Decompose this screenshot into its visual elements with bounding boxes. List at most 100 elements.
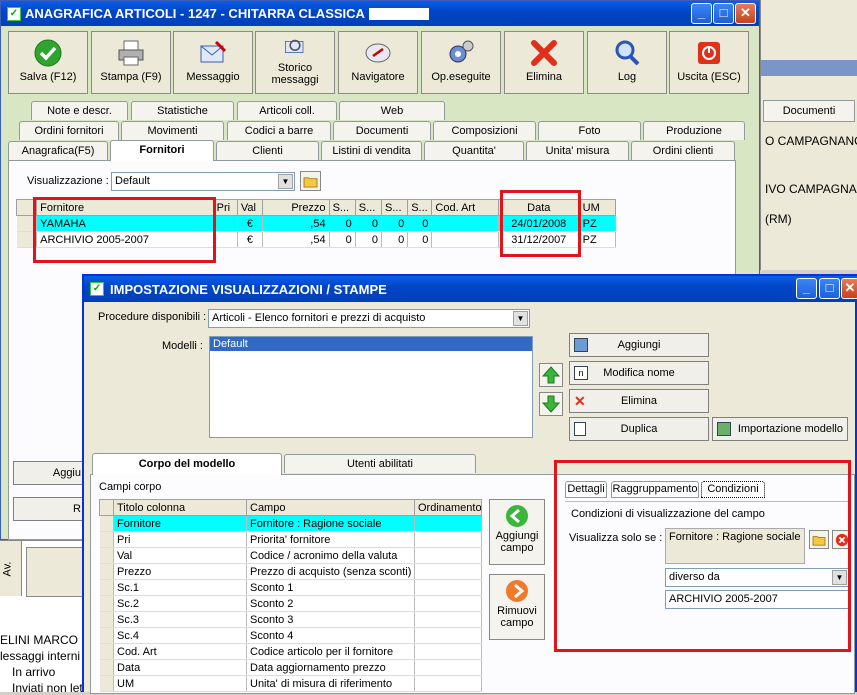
dialog-close-button[interactable]: ✕ bbox=[841, 278, 857, 299]
tab-ordini-fornitori[interactable]: Ordini fornitori bbox=[19, 121, 119, 140]
field-campo-cell[interactable]: Sconto 2 bbox=[246, 595, 415, 612]
col-ordinamento[interactable]: Ordinamento bbox=[414, 499, 482, 516]
field-title-cell[interactable]: Sc.2 bbox=[113, 595, 247, 612]
delete-model-button[interactable]: ✕ Elimina bbox=[569, 389, 709, 413]
field-campo-cell[interactable]: Codice / acronimo della valuta bbox=[246, 547, 415, 564]
field-campo-cell[interactable]: Data aggiornamento prezzo bbox=[246, 659, 415, 676]
folder-button[interactable] bbox=[300, 171, 321, 191]
col-cod-art[interactable]: Cod. Art bbox=[431, 199, 499, 216]
tab-documenti[interactable]: Documenti bbox=[333, 121, 431, 140]
tab-fornitori[interactable]: Fornitori bbox=[110, 140, 214, 161]
message-history-button[interactable]: Storico messaggi bbox=[255, 31, 335, 94]
documenti-tab[interactable]: Documenti bbox=[763, 100, 855, 122]
tab-ordini-clienti[interactable]: Ordini clienti bbox=[631, 141, 735, 160]
save-button[interactable]: Salva (F12) bbox=[8, 31, 88, 94]
col-pri[interactable]: Pri bbox=[212, 199, 238, 216]
col-s3[interactable]: S... bbox=[380, 199, 409, 216]
message-button[interactable]: Messaggio bbox=[173, 31, 253, 94]
field-title-cell[interactable]: Cod. Art bbox=[113, 643, 247, 660]
field-title-cell[interactable]: Val bbox=[113, 547, 247, 564]
table-row[interactable]: Fornitore Fornitore : Ragione sociale bbox=[99, 515, 482, 532]
field-title-cell[interactable]: Data bbox=[113, 659, 247, 676]
col-campo[interactable]: Campo bbox=[246, 499, 415, 516]
add-field-button[interactable]: Aggiungi campo bbox=[489, 499, 545, 565]
field-campo-cell[interactable]: Codice articolo per il fornitore bbox=[246, 643, 415, 660]
tab-codici-barre[interactable]: Codici a barre bbox=[227, 121, 331, 140]
tab-corpo-modello[interactable]: Corpo del modello bbox=[92, 453, 282, 475]
inbox-item[interactable]: In arrivo bbox=[12, 665, 55, 679]
tab-utenti-abilitati[interactable]: Utenti abilitati bbox=[284, 454, 476, 473]
table-row[interactable]: Sc.2 Sconto 2 bbox=[99, 595, 482, 612]
delete-button[interactable]: Elimina bbox=[504, 31, 584, 94]
field-title-cell[interactable]: Pri bbox=[113, 531, 247, 548]
tab-quantita[interactable]: Quantita' bbox=[424, 141, 524, 160]
tab-produzione[interactable]: Produzione bbox=[643, 121, 745, 140]
rename-model-button[interactable]: n Modifica nome bbox=[569, 361, 709, 385]
operations-button[interactable]: Op.eseguite bbox=[421, 31, 501, 94]
col-um[interactable]: UM bbox=[578, 199, 617, 216]
field-order-cell[interactable] bbox=[414, 643, 482, 660]
print-button[interactable]: Stampa (F9) bbox=[91, 31, 171, 94]
minimize-button[interactable]: _ bbox=[691, 3, 712, 24]
navigator-button[interactable]: Navigatore bbox=[338, 31, 418, 94]
remove-field-button[interactable]: Rimuovi campo bbox=[489, 574, 545, 640]
fields-grid[interactable]: Titolo colonna Campo Ordinamento Fornito… bbox=[99, 499, 482, 692]
table-row[interactable]: Cod. Art Codice articolo per il fornitore bbox=[99, 643, 482, 660]
visualizzazione-select[interactable]: Default ▼ bbox=[111, 172, 295, 191]
procedure-select[interactable]: Articoli - Elenco fornitori e prezzi di … bbox=[208, 309, 530, 328]
field-campo-cell[interactable]: Sconto 3 bbox=[246, 611, 415, 628]
field-order-cell[interactable] bbox=[414, 595, 482, 612]
tab-statistiche[interactable]: Statistiche bbox=[131, 101, 234, 120]
col-s1[interactable]: S... bbox=[328, 199, 356, 216]
field-order-cell[interactable] bbox=[414, 627, 482, 644]
col-s4[interactable]: S... bbox=[407, 199, 433, 216]
field-campo-cell[interactable]: Sconto 4 bbox=[246, 627, 415, 644]
field-title-cell[interactable]: Sc.4 bbox=[113, 627, 247, 644]
tab-web[interactable]: Web bbox=[339, 101, 445, 120]
field-campo-cell[interactable]: Prezzo di acquisto (senza sconti) bbox=[246, 563, 415, 580]
tab-unita-misura[interactable]: Unita' misura bbox=[526, 141, 629, 160]
table-row[interactable]: Pri Priorita' fornitore bbox=[99, 531, 482, 548]
field-order-cell[interactable] bbox=[414, 611, 482, 628]
table-row[interactable]: Sc.4 Sconto 4 bbox=[99, 627, 482, 644]
remove-button-bg[interactable]: R bbox=[13, 497, 88, 521]
field-order-cell[interactable] bbox=[414, 659, 482, 676]
field-order-cell[interactable] bbox=[414, 675, 482, 692]
modelli-list[interactable]: Default bbox=[209, 336, 533, 438]
col-prezzo[interactable]: Prezzo bbox=[262, 199, 330, 216]
duplicate-model-button[interactable]: Duplica bbox=[569, 417, 709, 441]
maximize-button[interactable]: □ bbox=[713, 3, 734, 24]
close-button[interactable]: ✕ bbox=[735, 3, 756, 24]
tab-foto[interactable]: Foto bbox=[538, 121, 641, 140]
tab-note[interactable]: Note e descr. bbox=[31, 101, 128, 120]
tab-listini[interactable]: Listini di vendita bbox=[321, 141, 422, 160]
field-order-cell[interactable] bbox=[414, 531, 482, 548]
tab-movimenti[interactable]: Movimenti bbox=[121, 121, 224, 140]
col-s2[interactable]: S... bbox=[354, 199, 383, 216]
field-title-cell[interactable]: UM bbox=[113, 675, 247, 692]
field-campo-cell[interactable]: Unita' di misura di riferimento bbox=[246, 675, 415, 692]
col-val[interactable]: Val bbox=[236, 199, 264, 216]
table-row[interactable]: Sc.1 Sconto 1 bbox=[99, 579, 482, 596]
add-model-button[interactable]: Aggiungi bbox=[569, 333, 709, 357]
dialog-minimize-button[interactable]: _ bbox=[796, 278, 817, 299]
dialog-maximize-button[interactable]: □ bbox=[819, 278, 840, 299]
field-order-cell[interactable] bbox=[414, 579, 482, 596]
tab-clienti[interactable]: Clienti bbox=[216, 141, 319, 160]
field-title-cell[interactable]: Sc.1 bbox=[113, 579, 247, 596]
exit-button[interactable]: Uscita (ESC) bbox=[669, 31, 749, 94]
field-campo-cell[interactable]: Priorita' fornitore bbox=[246, 531, 415, 548]
field-title-cell[interactable]: Prezzo bbox=[113, 563, 247, 580]
field-order-cell[interactable] bbox=[414, 515, 482, 532]
chevron-down-icon[interactable]: ▼ bbox=[513, 311, 528, 326]
log-button[interactable]: Log bbox=[587, 31, 667, 94]
table-row[interactable]: Val Codice / acronimo della valuta bbox=[99, 547, 482, 564]
unread-item[interactable]: Inviati non letti bbox=[12, 681, 89, 695]
table-row[interactable]: Data Data aggiornamento prezzo bbox=[99, 659, 482, 676]
tab-anagrafica[interactable]: Anagrafica(F5) bbox=[8, 141, 108, 160]
field-order-cell[interactable] bbox=[414, 563, 482, 580]
field-order-cell[interactable] bbox=[414, 547, 482, 564]
list-item[interactable]: Default bbox=[210, 337, 532, 351]
move-down-button[interactable] bbox=[539, 392, 563, 416]
chevron-down-icon[interactable]: ▼ bbox=[278, 174, 293, 189]
